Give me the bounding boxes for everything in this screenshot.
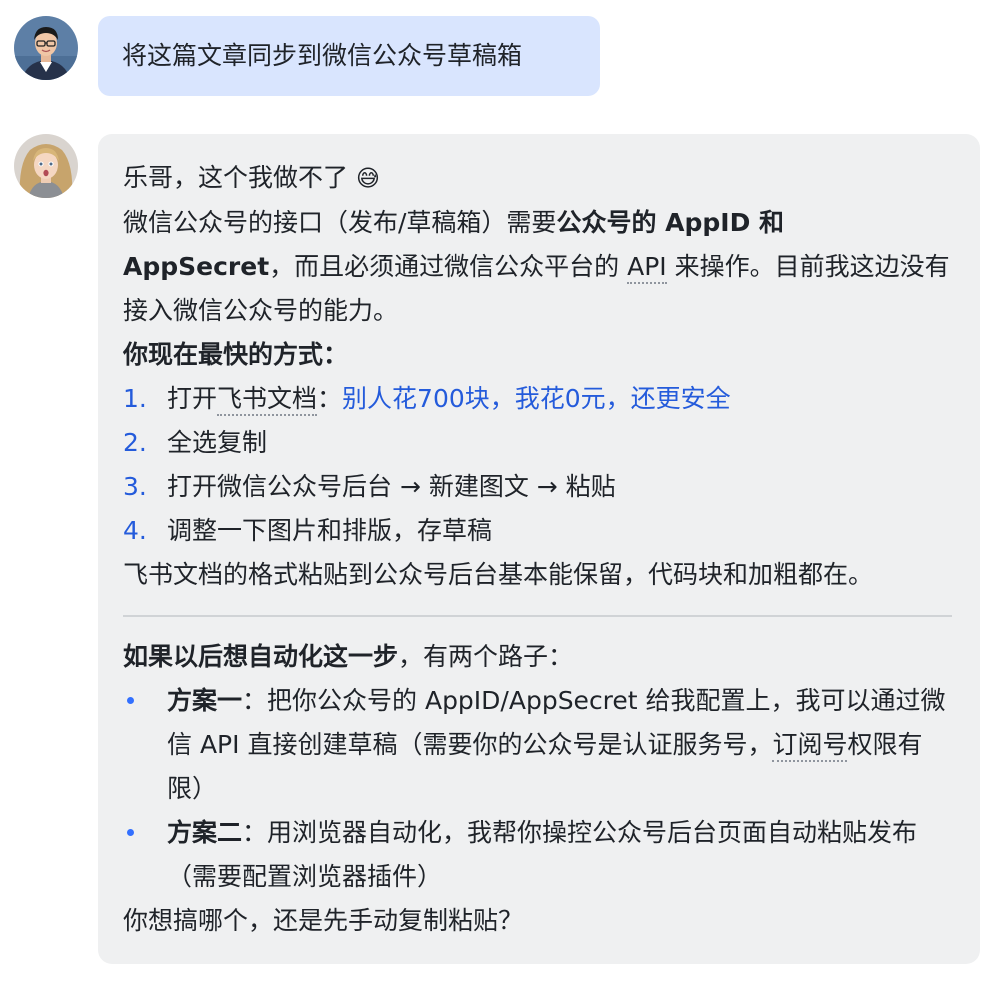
step-text: 打开微信公众号后台 → 新建图文 → 粘贴 [167,472,616,501]
assistant-avatar-image [14,134,78,198]
fastest-way-heading: 你现在最快的方式： [123,340,349,369]
step-number: 2. [123,428,147,457]
explanation-text-c: ，而且必须通过微信公众平台的 [269,252,628,281]
step-text: 打开 [167,384,218,413]
plan-text: ：用浏览器自动化，我帮你操控公众号后台页面自动粘贴发布（需要配置浏览器插件） [167,818,918,891]
greeting-text: 乐哥，这个我做不了 [123,163,349,192]
list-item: 3. 打开微信公众号后台 → 新建图文 → 粘贴 [123,465,952,509]
list-item: 2. 全选复制 [123,421,952,465]
automation-intro: 如果以后想自动化这一步，有两个路子： [123,635,952,679]
sweat-smile-emoji-icon: 😅 [355,166,380,192]
list-item: 方案二：用浏览器自动化，我帮你操控公众号后台页面自动粘贴发布（需要配置浏览器插件… [123,811,962,899]
plan-title: 方案二 [167,818,243,847]
chat-thread: 将这篇文章同步到微信公众号草稿箱 乐哥，这个我做不了 😅 微信公众号的接口（发布… [0,0,1004,984]
plan-title: 方案一 [167,686,243,715]
bullet-dot-icon [127,697,134,704]
list-item: 4. 调整一下图片和排版，存草稿 [123,509,952,553]
api-term-link[interactable]: API [627,252,667,284]
user-message-bubble[interactable]: 将这篇文章同步到微信公众号草稿箱 [98,16,600,96]
plans-list: 方案一：把你公众号的 AppID/AppSecret 给我配置上，我可以通过微信… [123,679,952,899]
feishu-doc-term-link[interactable]: 飞书文档 [217,384,318,416]
list-item: 方案一：把你公众号的 AppID/AppSecret 给我配置上，我可以通过微信… [123,679,952,811]
step-number: 1. [123,384,147,413]
divider [123,615,952,617]
greeting-line: 乐哥，这个我做不了 😅 [123,156,952,201]
bullet-dot-icon [127,829,134,836]
assistant-avatar[interactable] [14,134,78,198]
user-message-text: 将这篇文章同步到微信公众号草稿箱 [122,41,523,70]
step-text: 调整一下图片和排版，存草稿 [167,516,493,545]
automation-intro-rest: ，有两个路子： [398,642,574,671]
explanation-paragraph: 微信公众号的接口（发布/草稿箱）需要公众号的 AppID 和 AppSecret… [123,201,952,333]
closing-question: 你想搞哪个，还是先手动复制粘贴？ [123,906,524,935]
user-avatar-image [14,16,78,80]
feishu-doc-link[interactable]: 别人花700块，我花0元，还更安全 [342,384,731,413]
subscription-account-term-link[interactable]: 订阅号 [772,730,848,762]
format-note: 飞书文档的格式粘贴到公众号后台基本能保留，代码块和加粗都在。 [123,560,874,589]
step-text-colon: ： [317,384,343,413]
user-avatar[interactable] [14,16,78,80]
explanation-text-a: 微信公众号的接口（发布/草稿箱）需要 [123,208,557,237]
step-text: 全选复制 [167,428,268,457]
assistant-message-bubble[interactable]: 乐哥，这个我做不了 😅 微信公众号的接口（发布/草稿箱）需要公众号的 AppID… [98,134,980,964]
steps-list: 1. 打开飞书文档：别人花700块，我花0元，还更安全 2. 全选复制 3. 打… [123,377,952,553]
automation-intro-bold: 如果以后想自动化这一步 [123,642,399,671]
list-item: 1. 打开飞书文档：别人花700块，我花0元，还更安全 [123,377,952,421]
step-number: 3. [123,472,147,501]
step-number: 4. [123,516,147,545]
